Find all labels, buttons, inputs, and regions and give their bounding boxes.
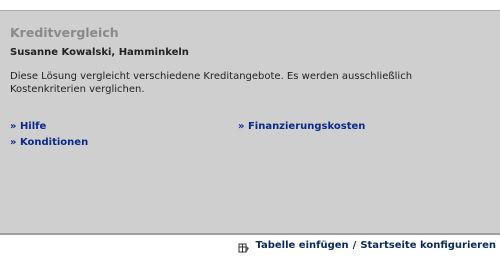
widget-title: Kreditvergleich: [10, 25, 119, 40]
widget-author: Susanne Kowalski, Hamminkeln: [10, 47, 189, 58]
financing-costs-link[interactable]: » Finanzierungskosten: [238, 121, 365, 132]
conditions-link[interactable]: » Konditionen: [10, 137, 88, 148]
footer-separator: /: [352, 239, 357, 251]
widget-panel: Kreditvergleich Susanne Kowalski, Hammin…: [0, 10, 500, 233]
insert-table-link[interactable]: Tabelle einfügen: [255, 240, 348, 251]
widget-description: Diese Lösung vergleicht verschiedene Kre…: [10, 71, 413, 95]
table-settings-icon: [238, 239, 250, 253]
footer-actions: Tabelle einfügen / Startseite konfigurie…: [238, 239, 496, 253]
configure-startpage-link[interactable]: Startseite konfigurieren: [360, 240, 496, 251]
panel-divider: [0, 233, 500, 235]
help-link[interactable]: » Hilfe: [10, 121, 46, 132]
